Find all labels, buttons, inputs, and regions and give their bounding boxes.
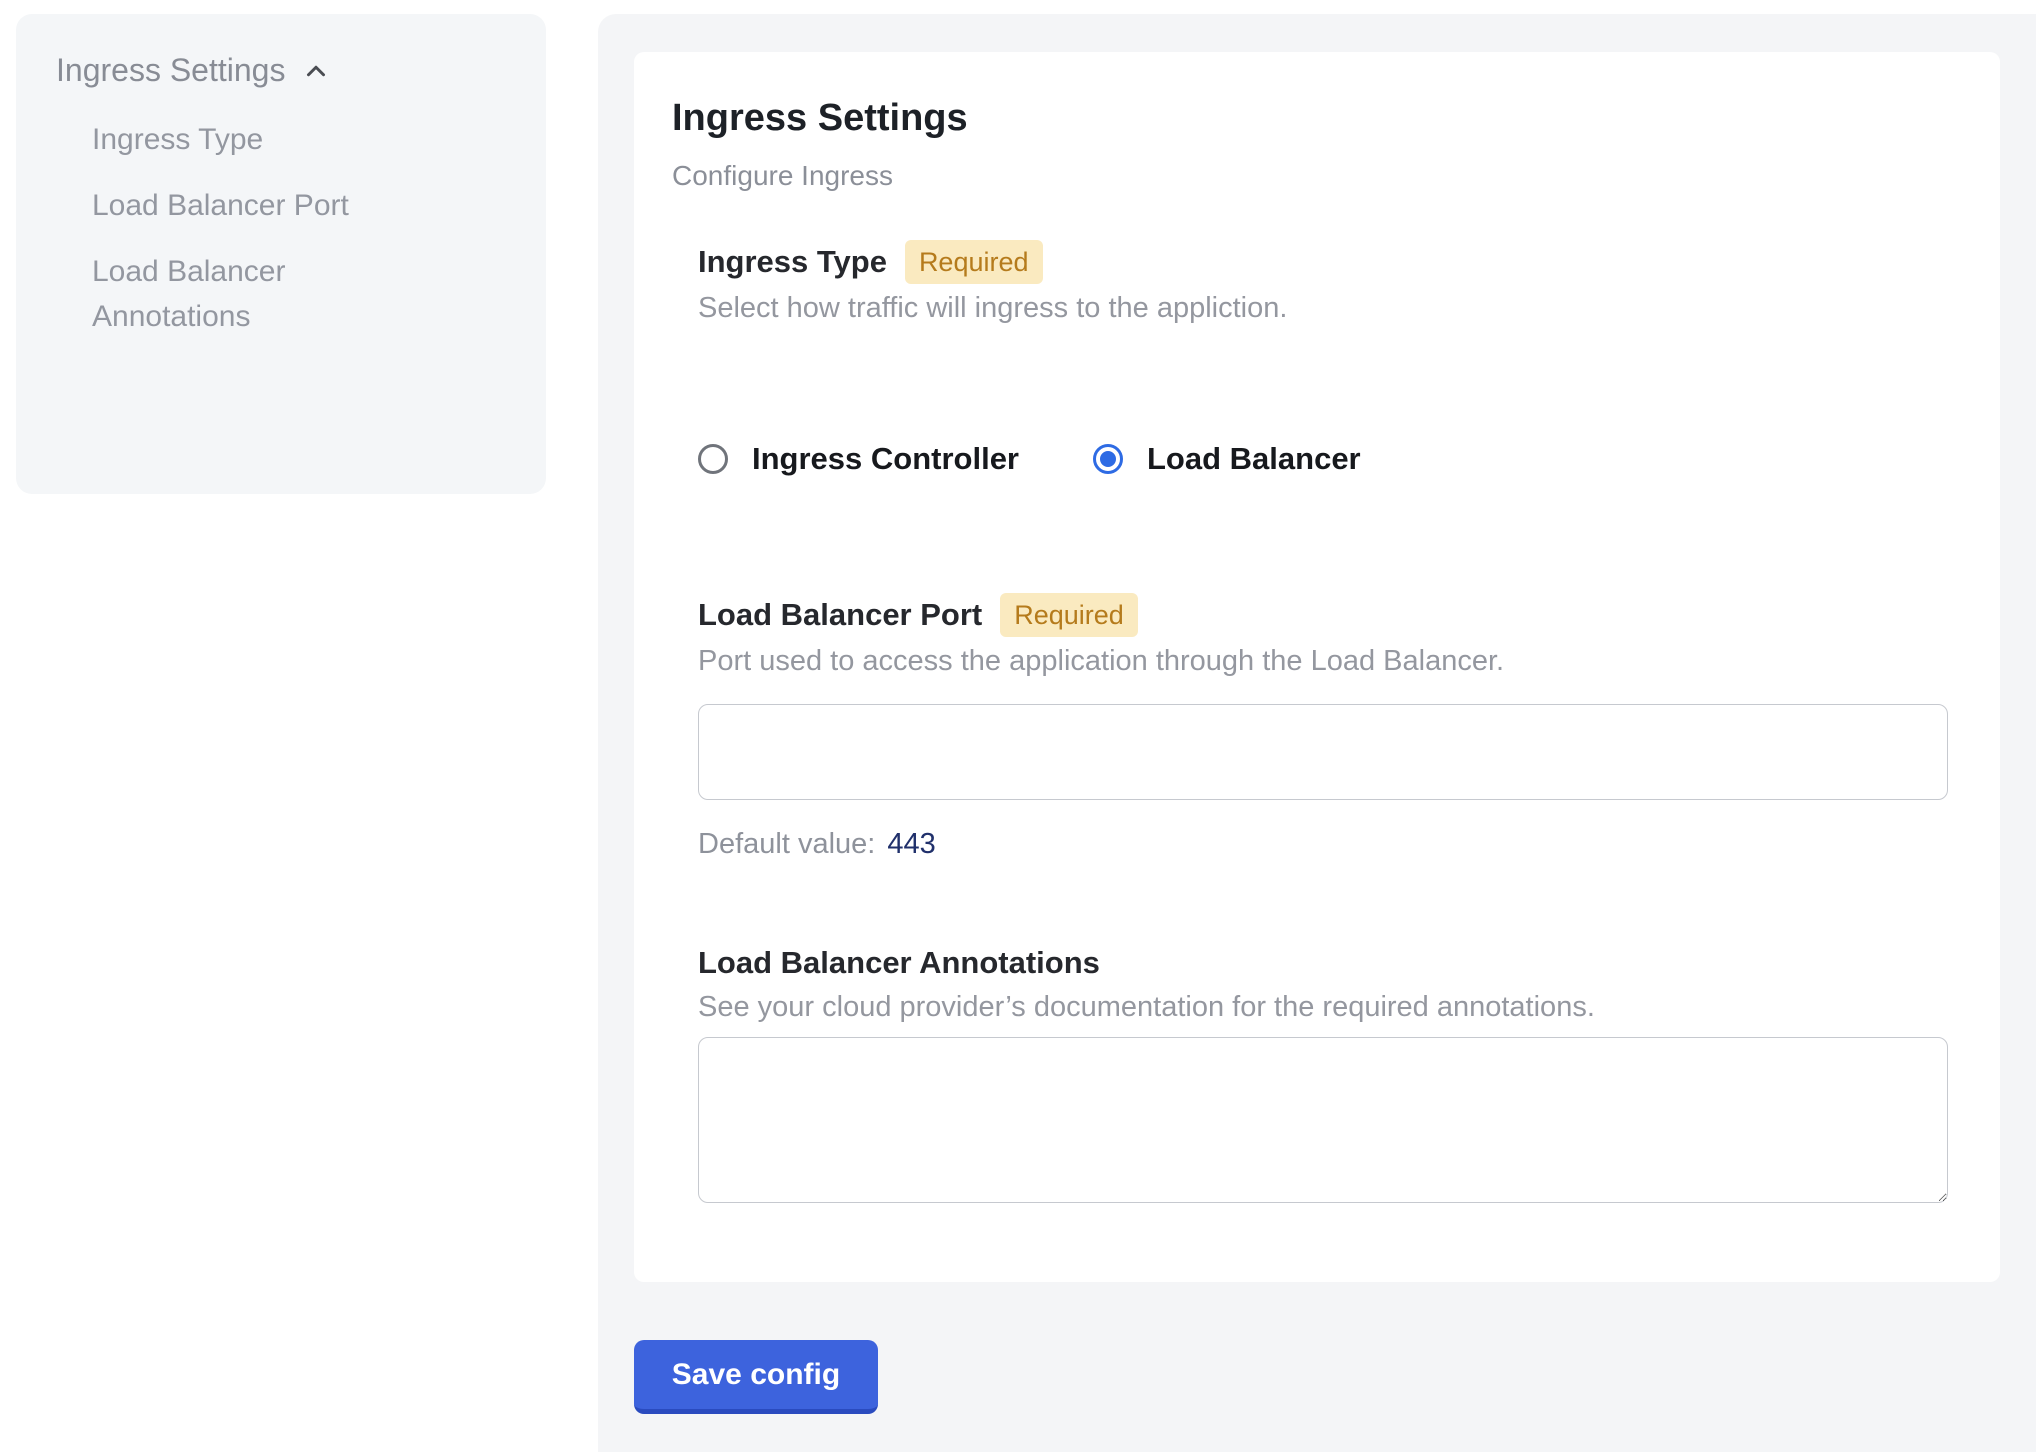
lb-annotations-textarea[interactable] [698,1037,1948,1203]
sidebar-header-label: Ingress Settings [56,52,285,89]
radio-label-load-balancer: Load Balancer [1147,441,1361,477]
lb-port-default-label: Default value: [698,828,875,861]
sidebar-section-ingress-settings[interactable]: Ingress Settings [56,52,510,89]
lb-port-input[interactable] [698,704,1948,800]
sidebar-item-load-balancer-annotations[interactable]: Load Balancer Annotations [92,249,422,339]
page-subtitle: Configure Ingress [672,160,1948,192]
chevron-up-icon[interactable] [301,56,331,86]
ingress-type-label-row: Ingress Type Required [698,240,1948,284]
sidebar: Ingress Settings Ingress Type Load Balan… [16,14,546,494]
save-config-button[interactable]: Save config [634,1340,878,1414]
lb-annotations-label-row: Load Balancer Annotations [698,943,1948,983]
field-ingress-type: Ingress Type Required Select how traffic… [698,240,1948,477]
ingress-type-label: Ingress Type [698,242,887,282]
lb-annotations-description: See your cloud provider’s documentation … [698,987,1948,1028]
field-load-balancer-annotations: Load Balancer Annotations See your cloud… [698,943,1948,1209]
sidebar-items: Ingress Type Load Balancer Port Load Bal… [92,117,510,339]
ingress-settings-card: Ingress Settings Configure Ingress Ingre… [634,52,2000,1282]
radio-option-ingress-controller[interactable]: Ingress Controller [698,441,1019,477]
lb-port-required-badge: Required [1000,593,1138,637]
radio-unselected-icon[interactable] [698,444,728,474]
ingress-type-description: Select how traffic will ingress to the a… [698,288,1948,329]
radio-option-load-balancer[interactable]: Load Balancer [1093,441,1361,477]
field-load-balancer-port: Load Balancer Port Required Port used to… [698,593,1948,861]
radio-label-ingress-controller: Ingress Controller [752,441,1019,477]
sidebar-item-ingress-type[interactable]: Ingress Type [92,117,422,162]
lb-annotations-label: Load Balancer Annotations [698,943,1100,983]
main-panel: Ingress Settings Configure Ingress Ingre… [598,14,2036,1452]
ingress-type-radio-group: Ingress Controller Load Balancer [698,441,1948,477]
sidebar-item-load-balancer-port[interactable]: Load Balancer Port [92,183,422,228]
lb-port-default-row: Default value: 443 [698,828,1948,861]
page-title: Ingress Settings [672,96,1948,142]
page: Ingress Settings Ingress Type Load Balan… [0,0,2036,1452]
lb-port-default-value: 443 [887,828,935,861]
lb-port-description: Port used to access the application thro… [698,641,1948,682]
radio-selected-icon[interactable] [1093,444,1123,474]
lb-port-label-row: Load Balancer Port Required [698,593,1948,637]
lb-port-label: Load Balancer Port [698,595,982,635]
ingress-type-required-badge: Required [905,240,1043,284]
